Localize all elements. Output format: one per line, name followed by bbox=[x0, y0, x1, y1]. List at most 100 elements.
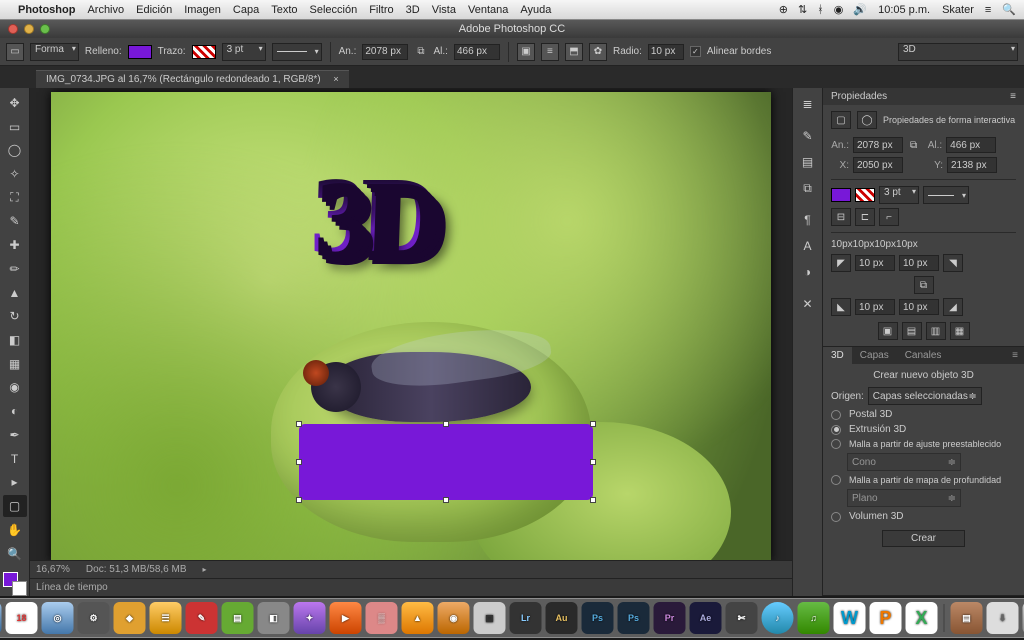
origin-select[interactable]: Capas seleccionadas≑ bbox=[868, 387, 982, 405]
heal-tool[interactable]: ✚ bbox=[3, 234, 27, 256]
prop-x[interactable] bbox=[853, 157, 903, 173]
dock-itunes[interactable]: ♪ bbox=[762, 602, 794, 634]
handle-br[interactable] bbox=[590, 497, 596, 503]
dock-app1[interactable]: ◆ bbox=[114, 602, 146, 634]
notifications-icon[interactable]: ≡ bbox=[985, 4, 991, 16]
fill-swatch[interactable] bbox=[128, 45, 152, 59]
dock-app5[interactable]: ◧ bbox=[258, 602, 290, 634]
window-close-button[interactable] bbox=[8, 24, 18, 34]
handle-bl[interactable] bbox=[296, 497, 302, 503]
gear-icon[interactable]: ✿ bbox=[589, 43, 607, 61]
menubar-app-name[interactable]: Photoshop bbox=[18, 4, 75, 16]
document-canvas[interactable]: 3D bbox=[51, 92, 771, 560]
history-brush-tool[interactable]: ↻ bbox=[3, 305, 27, 327]
dock-app3[interactable]: ✎ bbox=[186, 602, 218, 634]
option-depth[interactable]: Malla a partir de mapa de profundidad bbox=[831, 475, 1016, 485]
dock-app11[interactable]: ▦ bbox=[474, 602, 506, 634]
handle-bc[interactable] bbox=[443, 497, 449, 503]
dock-app8[interactable]: ▒ bbox=[366, 602, 398, 634]
arrows-icon[interactable]: ⇅ bbox=[798, 3, 807, 16]
dock-safari[interactable]: ◎ bbox=[42, 602, 74, 634]
character-panel-icon[interactable]: A bbox=[798, 236, 818, 256]
prop-fill-swatch[interactable] bbox=[831, 188, 851, 202]
doc-info[interactable]: Doc: 51,3 MB/58,6 MB bbox=[86, 564, 187, 575]
link-wh-icon[interactable]: ⧉ bbox=[907, 140, 920, 151]
menu-ventana[interactable]: Ventana bbox=[468, 4, 508, 16]
rounded-rect-shape[interactable] bbox=[299, 424, 593, 500]
corner-tr[interactable] bbox=[899, 255, 939, 271]
menu-archivo[interactable]: Archivo bbox=[87, 4, 124, 16]
eraser-tool[interactable]: ◧ bbox=[3, 329, 27, 351]
spotlight-icon[interactable]: 🔍 bbox=[1002, 3, 1016, 16]
brushes-panel-icon[interactable]: ✎ bbox=[798, 126, 818, 146]
dock-downloads[interactable]: ⬇ bbox=[987, 602, 1019, 634]
wifi-icon[interactable]: ◉ bbox=[834, 3, 844, 16]
handle-tc[interactable] bbox=[443, 421, 449, 427]
pathop-2[interactable]: ▤ bbox=[902, 322, 922, 340]
corner-br[interactable] bbox=[899, 299, 939, 315]
hand-tool[interactable]: ✋ bbox=[3, 519, 27, 541]
shape-tool[interactable]: ▢ bbox=[3, 495, 27, 517]
tab-canales[interactable]: Canales bbox=[897, 347, 950, 364]
tab-3d[interactable]: 3D bbox=[823, 347, 852, 364]
stroke-align-icon[interactable]: ⊟ bbox=[831, 208, 851, 226]
dock-app10[interactable]: ◉ bbox=[438, 602, 470, 634]
arrange-icon[interactable]: ⬒ bbox=[565, 43, 583, 61]
option-extrusion[interactable]: Extrusión 3D bbox=[831, 424, 1016, 435]
stroke-corners-icon[interactable]: ⌐ bbox=[879, 208, 899, 226]
zoom-tool[interactable]: 🔍 bbox=[3, 543, 27, 565]
dock-app12[interactable]: ✄ bbox=[726, 602, 758, 634]
dock-app7[interactable]: ▶ bbox=[330, 602, 362, 634]
corner-bl-icon[interactable]: ◣ bbox=[831, 298, 851, 316]
dock-app2[interactable]: ☰ bbox=[150, 602, 182, 634]
mask-icon[interactable]: ◯ bbox=[857, 111, 877, 129]
stroke-caps-icon[interactable]: ⊏ bbox=[855, 208, 875, 226]
corner-bl[interactable] bbox=[855, 299, 895, 315]
window-zoom-button[interactable] bbox=[40, 24, 50, 34]
volume-icon[interactable]: 🔊 bbox=[853, 3, 867, 16]
dock-folder[interactable]: ▤ bbox=[951, 602, 983, 634]
wand-tool[interactable]: ✧ bbox=[3, 163, 27, 185]
dock-p[interactable]: P bbox=[870, 602, 902, 634]
info-arrow-icon[interactable]: ▸ bbox=[203, 565, 207, 574]
prop-width[interactable] bbox=[853, 137, 903, 153]
corner-tr-icon[interactable]: ◥ bbox=[943, 254, 963, 272]
handle-ml[interactable] bbox=[296, 459, 302, 465]
mesh-preset-select[interactable]: Cono≑ bbox=[847, 453, 961, 471]
dock-audition[interactable]: Au bbox=[546, 602, 578, 634]
menu-capa[interactable]: Capa bbox=[233, 4, 259, 16]
pen-tool[interactable]: ✒ bbox=[3, 424, 27, 446]
handle-tr[interactable] bbox=[590, 421, 596, 427]
marquee-tool[interactable]: ▭ bbox=[3, 116, 27, 138]
tab-capas[interactable]: Capas bbox=[852, 347, 897, 364]
stroke-width-select[interactable]: 3 pt bbox=[222, 43, 266, 61]
type-tool[interactable]: T bbox=[3, 448, 27, 470]
menu-edicion[interactable]: Edición bbox=[136, 4, 172, 16]
dock-lightroom[interactable]: Lr bbox=[510, 602, 542, 634]
handle-mr[interactable] bbox=[590, 459, 596, 465]
live-shape-icon[interactable]: ▢ bbox=[831, 111, 851, 129]
dock-premiere[interactable]: Pr bbox=[654, 602, 686, 634]
clone-source-icon[interactable]: ⧉ bbox=[798, 178, 818, 198]
cloud-icon[interactable]: ⊕ bbox=[779, 3, 788, 16]
dock-app4[interactable]: ▤ bbox=[222, 602, 254, 634]
prop-stroke-width[interactable]: 3 pt bbox=[879, 186, 919, 204]
handle-tl[interactable] bbox=[296, 421, 302, 427]
corner-tl[interactable] bbox=[855, 255, 895, 271]
pathop-1[interactable]: ▣ bbox=[878, 322, 898, 340]
bluetooth-icon[interactable]: ᚼ bbox=[817, 4, 824, 16]
styles-panel-icon[interactable]: ◑ bbox=[798, 262, 818, 282]
brush-tool[interactable]: ✏ bbox=[3, 258, 27, 280]
zoom-display[interactable]: 16,67% bbox=[36, 564, 70, 575]
shape-mode-select[interactable]: Forma bbox=[30, 43, 79, 61]
menu-seleccion[interactable]: Selección bbox=[310, 4, 358, 16]
document-tab[interactable]: IMG_0734.JPG al 16,7% (Rectángulo redond… bbox=[36, 70, 349, 88]
stroke-swatch[interactable] bbox=[192, 45, 216, 59]
color-swatches[interactable] bbox=[3, 572, 27, 596]
window-minimize-button[interactable] bbox=[24, 24, 34, 34]
crop-tool[interactable]: ⛶ bbox=[3, 187, 27, 209]
option-volume[interactable]: Volumen 3D bbox=[831, 511, 1016, 522]
pathop-4[interactable]: ▦ bbox=[950, 322, 970, 340]
corner-tl-icon[interactable]: ◤ bbox=[831, 254, 851, 272]
menubar-clock[interactable]: 10:05 p.m. bbox=[878, 4, 930, 16]
